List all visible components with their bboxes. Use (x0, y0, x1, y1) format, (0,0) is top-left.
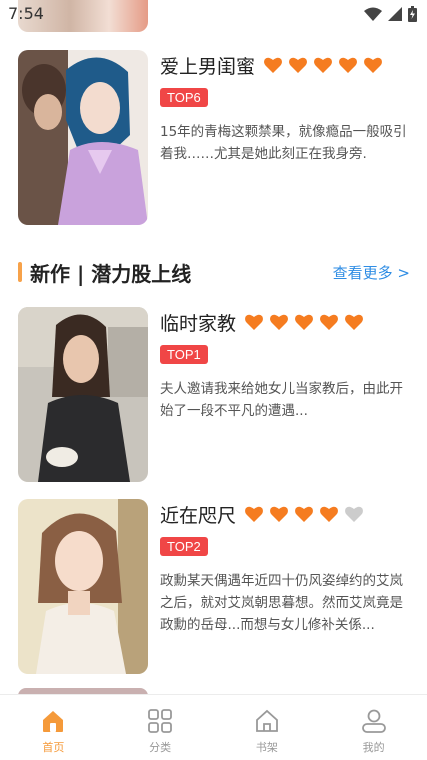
rank-badge: TOP1 (160, 345, 208, 364)
book-title[interactable]: 爱上男闺蜜 (160, 52, 255, 79)
book-description: 政勳某天偶遇年近四十仍风姿绰约的艾岚之后，就对艾岚朝思暮想。然而艾岚竟是政勳的岳… (160, 573, 403, 633)
heart-filled-icon (339, 57, 357, 73)
tab-label: 首页 (42, 741, 65, 754)
heart-filled-icon (345, 314, 363, 330)
heart-filled-icon (364, 57, 382, 73)
section-header: 新作 | 潜力股上线 查看更多 > (18, 258, 410, 286)
book-description: 15年的青梅这颗禁果，就像瘾品一般吸引着我……尤其是她此刻正在我身旁. (160, 124, 407, 162)
tab-home[interactable]: 首页 (0, 695, 107, 760)
heart-filled-icon (320, 314, 338, 330)
heart-filled-icon (270, 314, 288, 330)
heart-filled-icon (320, 506, 338, 522)
rank-badge: TOP6 (160, 88, 208, 107)
profile-icon (361, 709, 386, 733)
heart-filled-icon (245, 506, 263, 522)
rating-hearts (244, 504, 364, 524)
tab-label: 分类 (149, 741, 172, 754)
battery-icon (408, 6, 417, 22)
signal-icon (388, 7, 402, 21)
book-card-3[interactable]: 近在咫尺 TOP2 政勳某天偶遇年近四十仍风姿绰约的艾岚之后，就对艾岚朝思暮想。… (18, 499, 418, 674)
book-info: 爱上男闺蜜 TOP6 15年的青梅这颗禁果，就像瘾品一般吸引着我……尤其是她此刻… (160, 50, 418, 165)
heart-filled-icon (270, 506, 288, 522)
tab-category[interactable]: 分类 (107, 695, 214, 760)
book-info: 近在咫尺 TOP2 政勳某天偶遇年近四十仍风姿绰约的艾岚之后，就对艾岚朝思暮想。… (160, 499, 418, 636)
rating-hearts (244, 312, 364, 332)
status-bar: 7:54 (0, 0, 427, 30)
book-card-2[interactable]: 临时家教 TOP1 夫人邀请我来给她女儿当家教后，由此开始了一段不平凡的遭遇..… (18, 307, 418, 482)
tab-label: 我的 (362, 741, 385, 754)
rank-badge: TOP2 (160, 537, 208, 556)
bookshelf-icon (255, 709, 278, 732)
tab-bookshelf[interactable]: 书架 (214, 695, 321, 760)
status-icons (364, 6, 417, 22)
heart-filled-icon (295, 506, 313, 522)
rating-hearts (263, 55, 383, 75)
book-cover[interactable] (18, 307, 148, 482)
tab-profile[interactable]: 我的 (320, 695, 427, 760)
heart-empty-icon (345, 506, 363, 522)
book-cover[interactable] (18, 50, 148, 225)
heart-filled-icon (295, 314, 313, 330)
home-icon (43, 711, 64, 732)
heart-filled-icon (264, 57, 282, 73)
book-card-1[interactable]: 爱上男闺蜜 TOP6 15年的青梅这颗禁果，就像瘾品一般吸引着我……尤其是她此刻… (18, 50, 418, 225)
heart-filled-icon (245, 314, 263, 330)
book-description: 夫人邀请我来给她女儿当家教后，由此开始了一段不平凡的遭遇... (160, 381, 403, 419)
section-accent-bar (18, 262, 22, 282)
heart-filled-icon (289, 57, 307, 73)
status-time: 7:54 (8, 4, 44, 23)
tab-label: 书架 (255, 741, 278, 754)
heart-filled-icon (314, 57, 332, 73)
see-more-link[interactable]: 查看更多 > (333, 262, 410, 283)
book-info: 临时家教 TOP1 夫人邀请我来给她女儿当家教后，由此开始了一段不平凡的遭遇..… (160, 307, 418, 422)
book-title[interactable]: 临时家教 (160, 309, 236, 336)
section-title: 新作 | 潜力股上线 (30, 261, 192, 286)
bottom-tab-bar: 首页 分类 书架 我的 (0, 694, 427, 760)
book-title[interactable]: 近在咫尺 (160, 501, 236, 528)
book-cover[interactable] (18, 499, 148, 674)
wifi-icon (364, 7, 382, 21)
category-grid-icon (148, 709, 173, 733)
